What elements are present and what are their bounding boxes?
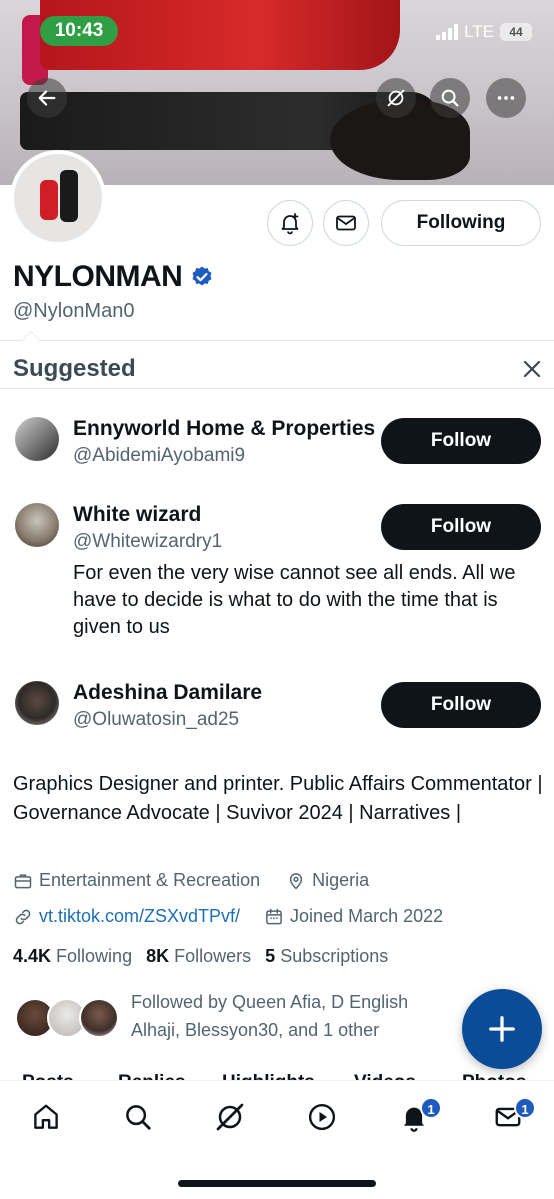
suggested-name[interactable]: Ennyworld Home & Properties [73, 417, 375, 441]
signal-icon [436, 24, 459, 40]
message-button[interactable] [323, 200, 369, 246]
play-circle-icon [308, 1103, 336, 1131]
suggested-divider [0, 388, 554, 389]
profile-category: Entertainment & Recreation [39, 870, 261, 890]
suggested-handle: @AbidemiAyobami9 [73, 445, 246, 466]
link-icon [15, 909, 31, 924]
following-count-link[interactable]: 4.4K Following [13, 946, 132, 967]
bell-plus-icon [281, 213, 299, 235]
messages-badge: 1 [514, 1097, 536, 1119]
followed-by-avatar[interactable] [79, 998, 119, 1038]
more-button[interactable] [486, 78, 526, 118]
suggested-section: Suggested Ennyworld Home & Properties @A… [0, 331, 554, 740]
nav-video[interactable] [300, 1095, 344, 1139]
search-button[interactable] [430, 78, 470, 118]
suggested-handle: @Oluwatosin_ad25 [73, 709, 240, 730]
close-icon[interactable] [520, 357, 544, 381]
profile-joined: Joined March 2022 [290, 906, 444, 926]
profile-handle: @NylonMan0 [13, 300, 135, 322]
suggested-name[interactable]: Adeshina Damilare [73, 681, 262, 705]
compose-button[interactable] [462, 989, 542, 1069]
nav-search[interactable] [116, 1095, 160, 1139]
suggested-title: Suggested [13, 355, 136, 382]
avatar-figure-red [40, 180, 58, 220]
follow-button[interactable]: Follow [381, 682, 541, 728]
suggested-avatar[interactable] [15, 681, 59, 725]
nav-messages[interactable]: 1 [486, 1095, 536, 1139]
notifications-badge: 1 [420, 1097, 442, 1119]
followed-by-text[interactable]: Followed by Queen Afia, D English Alhaji… [131, 988, 461, 1044]
suggested-handle: @Whitewizardry1 [73, 531, 223, 552]
suggested-avatar[interactable] [15, 417, 59, 461]
search-icon [441, 89, 459, 107]
followers-count: 8K [146, 946, 170, 966]
profile-location: Nigeria [312, 870, 370, 890]
search-icon [126, 1105, 151, 1130]
notify-button[interactable] [267, 200, 313, 246]
network-label: LTE [464, 22, 494, 41]
followers-count-link[interactable]: 8K Followers [146, 946, 251, 967]
battery-icon: 44 [500, 23, 532, 41]
profile-meta-row-1: Entertainment & Recreation Nigeria [13, 870, 369, 891]
nav-home[interactable] [24, 1095, 68, 1139]
back-button[interactable] [27, 78, 67, 118]
profile-name-row: NYLONMAN [13, 260, 214, 294]
suggested-bio: For even the very wise cannot see all en… [73, 562, 516, 638]
profile-meta-row-2: vt.tiktok.com/ZSXvdTPvf/ Joined March 20… [13, 906, 443, 927]
following-count: 4.4K [13, 946, 52, 966]
profile-name: NYLONMAN [13, 260, 183, 293]
subscriptions-label: Subscriptions [280, 946, 389, 966]
envelope-icon [336, 215, 356, 231]
profile-avatar[interactable] [10, 150, 106, 246]
profile-counts: 4.4K Following 8K Followers 5 Subscripti… [13, 946, 388, 967]
location-pin-icon [289, 872, 303, 890]
grok-button[interactable] [376, 78, 416, 118]
plus-icon [489, 1016, 515, 1042]
followers-label: Followers [174, 946, 252, 966]
profile-link[interactable]: vt.tiktok.com/ZSXvdTPvf/ [39, 906, 240, 927]
grok-icon [216, 1103, 244, 1131]
calendar-icon [266, 908, 282, 924]
following-button[interactable]: Following [381, 200, 541, 246]
grok-icon [387, 89, 405, 107]
following-label: Following [56, 946, 133, 966]
briefcase-icon [14, 873, 32, 888]
avatar-figure-black [60, 170, 78, 222]
status-indicators: LTE 44 [436, 22, 532, 42]
subscriptions-count: 5 [265, 946, 276, 966]
nav-grok[interactable] [208, 1095, 252, 1139]
follow-button[interactable]: Follow [381, 504, 541, 550]
home-icon [34, 1104, 58, 1129]
arrow-left-icon [38, 90, 56, 106]
more-icon [497, 96, 515, 100]
profile-bio: Graphics Designer and printer. Public Af… [13, 773, 543, 824]
home-indicator[interactable] [178, 1180, 376, 1187]
verified-badge-icon[interactable] [190, 265, 214, 289]
status-time: 10:43 [40, 16, 118, 46]
suggested-avatar[interactable] [15, 503, 59, 547]
subscriptions-count-link[interactable]: 5 Subscriptions [265, 946, 388, 967]
suggested-notch [21, 331, 41, 351]
follow-button[interactable]: Follow [381, 418, 541, 464]
nav-notifications[interactable]: 1 [392, 1095, 442, 1139]
suggested-name[interactable]: White wizard [73, 503, 201, 527]
